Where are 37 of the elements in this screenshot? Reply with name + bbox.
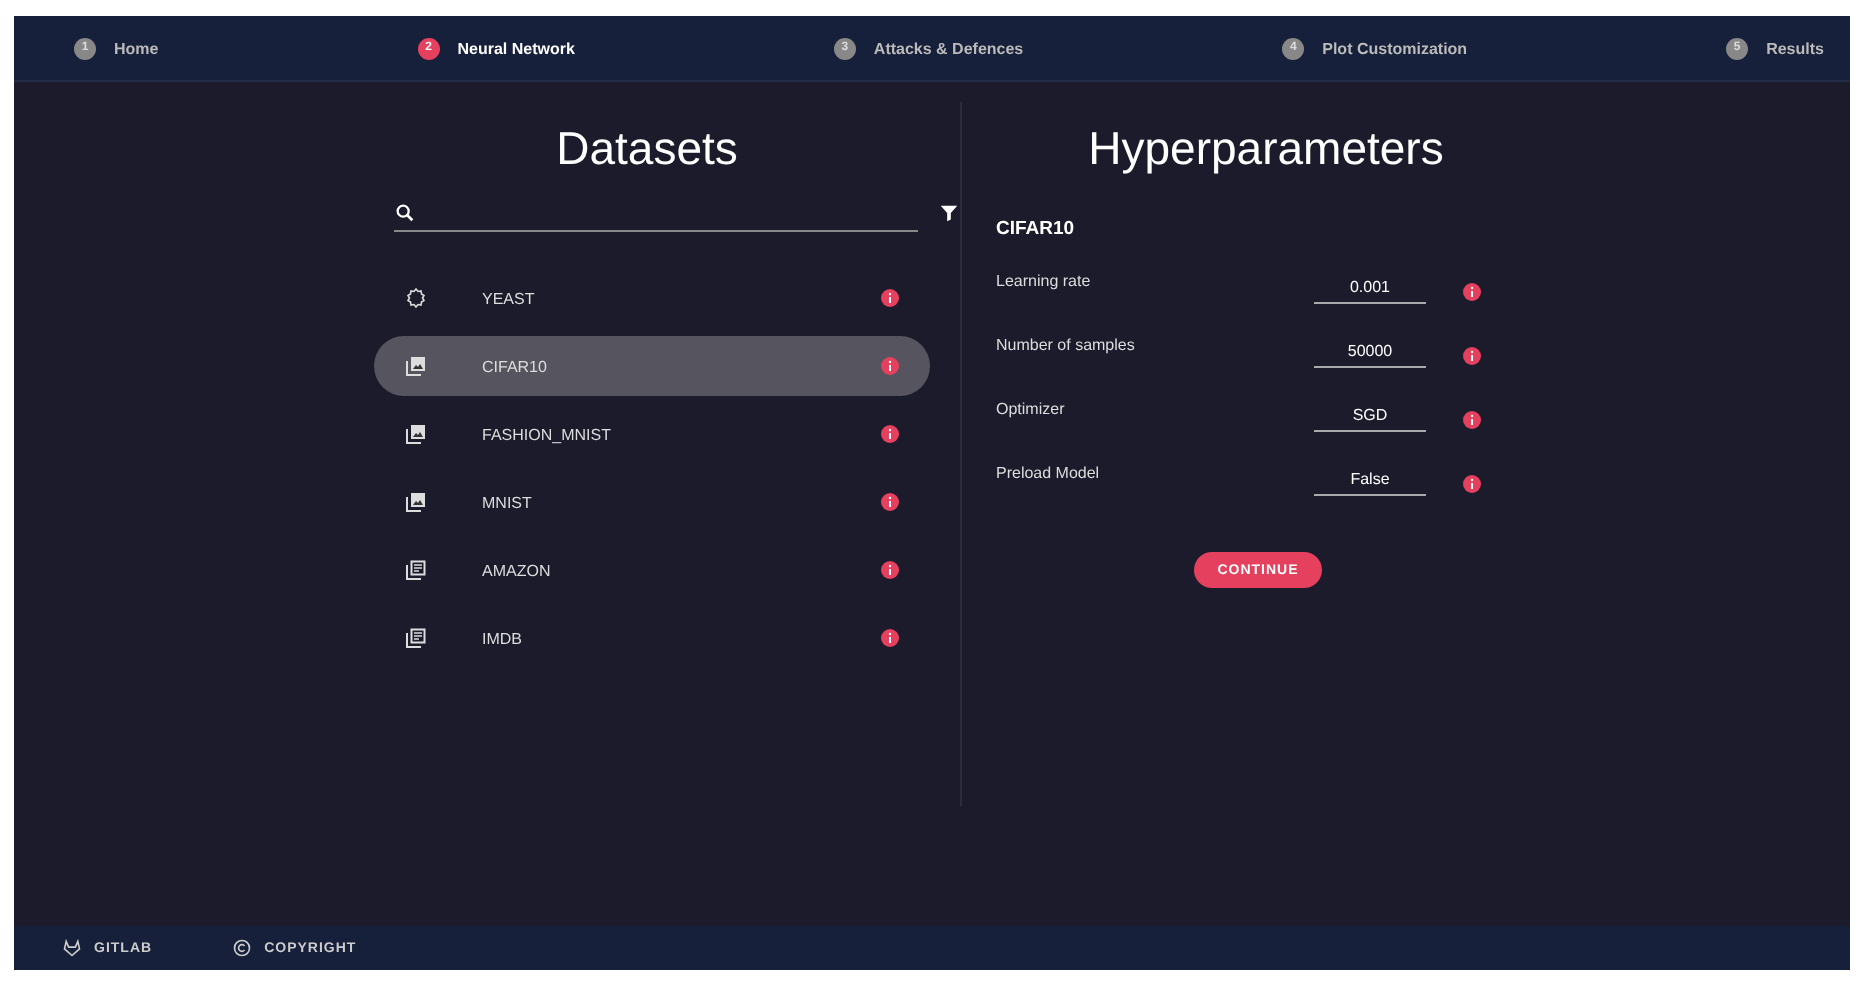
filter-icon[interactable] [938, 202, 960, 224]
info-icon[interactable] [1462, 474, 1482, 494]
info-icon[interactable] [1462, 410, 1482, 430]
images-icon [404, 490, 428, 514]
documents-icon [404, 626, 428, 650]
dataset-name: CIFAR10 [996, 218, 1077, 240]
param-field[interactable]: SGD [1314, 406, 1426, 432]
param-field[interactable]: 0.001 [1314, 278, 1426, 304]
info-icon[interactable] [880, 356, 900, 376]
info-icon[interactable] [880, 492, 900, 512]
dataset-item[interactable]: YEAST [374, 268, 930, 328]
fox-icon [62, 938, 82, 958]
dataset-item[interactable]: MNIST [374, 472, 930, 532]
gear-icon [404, 286, 428, 310]
dataset-item[interactable]: IMDB [374, 608, 930, 668]
dataset-item[interactable]: CIFAR10 [374, 336, 930, 396]
info-icon[interactable] [880, 424, 900, 444]
param-label: Number of samples [996, 336, 1137, 354]
dataset-item[interactable]: FASHION_MNIST [374, 404, 930, 464]
datasets-title: Datasets [554, 120, 740, 174]
documents-icon [404, 558, 428, 582]
param-label: Preload Model [996, 464, 1102, 482]
dataset-item[interactable]: AMAZON [374, 540, 930, 600]
hyperparameters-title: Hyperparameters [1086, 120, 1446, 178]
info-icon[interactable] [880, 288, 900, 308]
param-field[interactable]: False [1314, 470, 1426, 496]
param-label: Optimizer [996, 400, 1067, 418]
param-field[interactable]: 50000 [1314, 342, 1426, 368]
info-icon[interactable] [1462, 282, 1482, 302]
copyright-icon [232, 938, 253, 958]
images-icon [404, 354, 428, 378]
info-icon[interactable] [1462, 346, 1482, 366]
search-icon [394, 201, 416, 223]
images-icon [404, 422, 428, 446]
param-label: Learning rate [996, 272, 1093, 290]
info-icon[interactable] [880, 560, 900, 580]
info-icon[interactable] [880, 628, 900, 648]
